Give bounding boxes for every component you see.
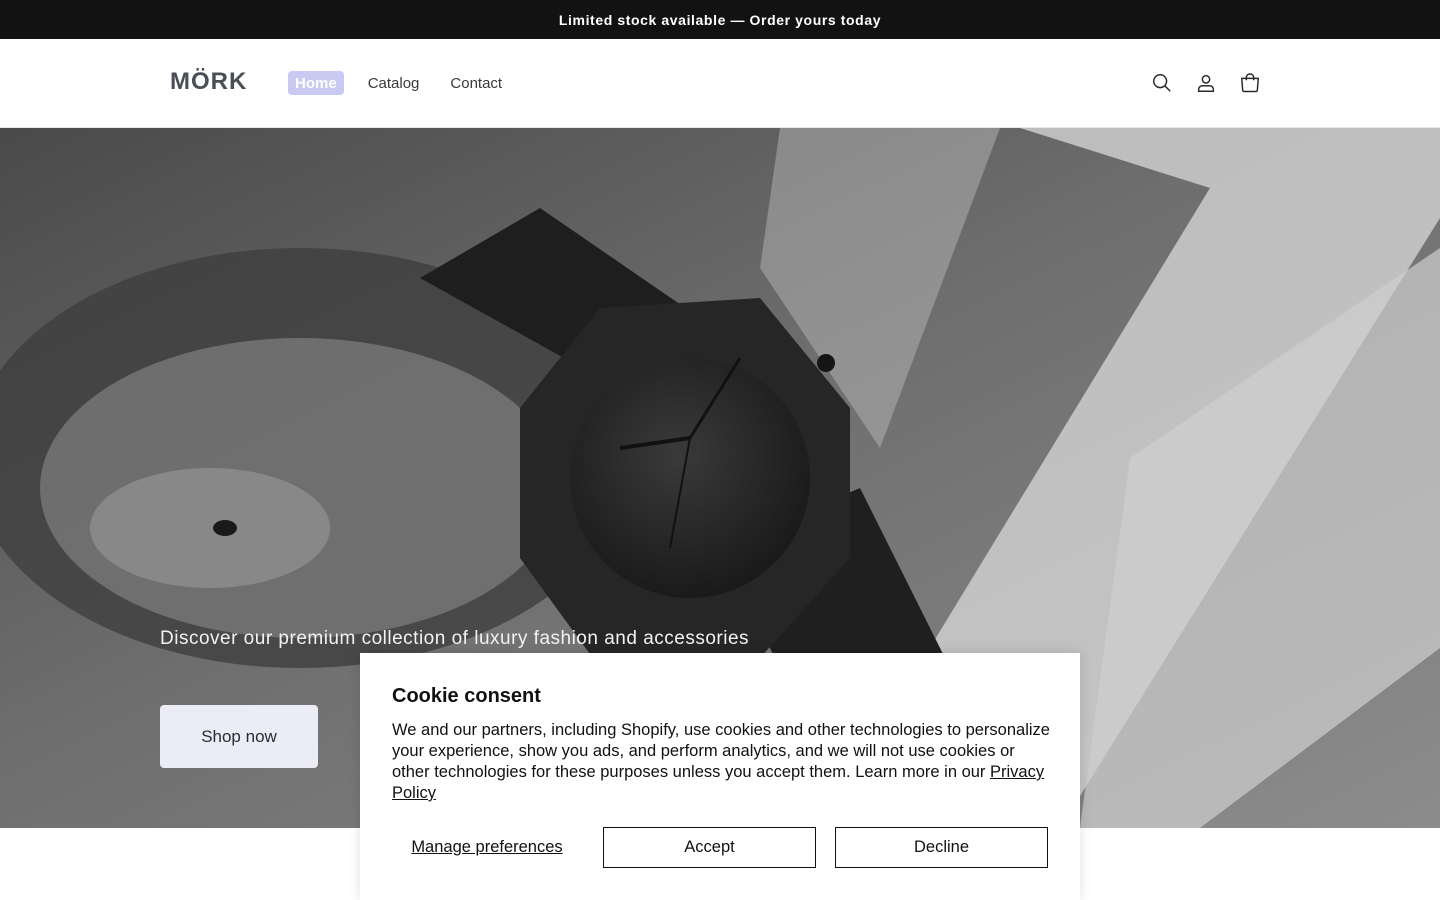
nav-home[interactable]: Home — [288, 71, 344, 95]
search-icon[interactable] — [1148, 69, 1176, 97]
cookie-consent-dialog: Cookie consent We and our partners, incl… — [360, 653, 1080, 900]
nav-contact[interactable]: Contact — [443, 71, 509, 95]
hero-subtitle: Discover our premium collection of luxur… — [160, 628, 750, 649]
account-icon[interactable] — [1192, 69, 1220, 97]
cookie-body: We and our partners, including Shopify, … — [392, 720, 1052, 804]
store-logo[interactable]: MÖRK — [170, 65, 247, 99]
announcement-text: Limited stock available — Order yours to… — [558, 11, 882, 28]
decline-button[interactable]: Decline — [835, 827, 1048, 868]
main-nav: Home Catalog Contact — [288, 71, 526, 95]
cookie-body-text: We and our partners, including Shopify, … — [392, 721, 1050, 781]
site-header: MÖRK Home Catalog Contact — [0, 39, 1440, 128]
announcement-bar: Limited stock available — Order yours to… — [0, 0, 1440, 39]
accept-button[interactable]: Accept — [603, 827, 816, 868]
cookie-title: Cookie consent — [392, 685, 541, 707]
shop-now-button[interactable]: Shop now — [160, 705, 318, 768]
cart-icon[interactable] — [1236, 69, 1264, 97]
header-icons — [1132, 69, 1264, 97]
nav-catalog[interactable]: Catalog — [361, 71, 427, 95]
manage-preferences-button[interactable]: Manage preferences — [392, 827, 582, 868]
